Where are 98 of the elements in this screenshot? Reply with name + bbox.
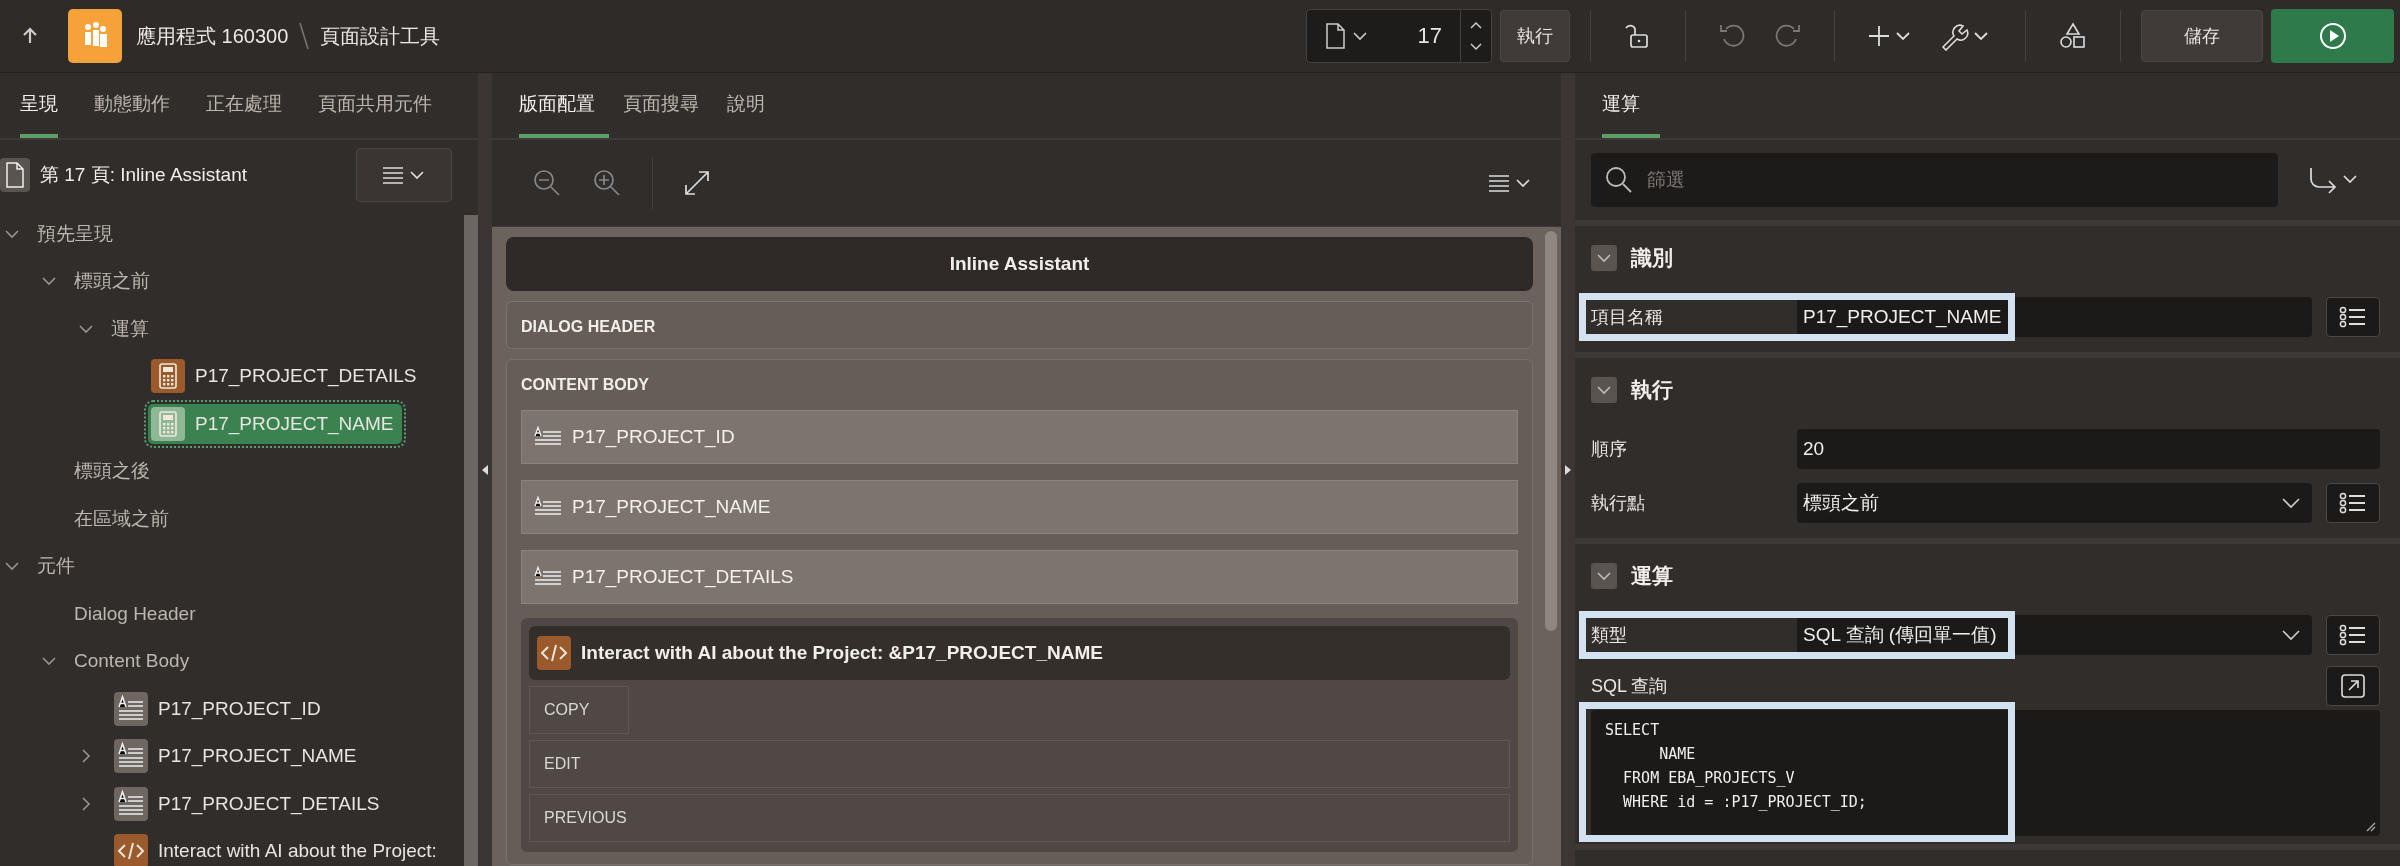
document-icon — [0, 158, 30, 192]
collapse-toggle[interactable] — [1591, 377, 1617, 403]
tree-node[interactable]: 標頭之後 — [74, 458, 150, 485]
dialog-title-bar[interactable]: Inline Assistant — [506, 237, 1533, 291]
button-slot[interactable]: COPY — [529, 686, 629, 734]
text-field-icon — [534, 426, 562, 448]
app-name-link[interactable]: 應用程式 160300 — [136, 22, 289, 50]
text-field[interactable]: P17_PROJECT_NAME — [1797, 297, 2312, 337]
pop-out-icon — [2340, 673, 2366, 699]
run-page-button[interactable]: 執行 — [1500, 10, 1570, 62]
shapes-icon[interactable] — [2058, 21, 2088, 51]
region-label: CONTENT BODY — [521, 375, 650, 394]
tab[interactable]: 頁面共用元件 — [318, 73, 432, 138]
collapse-right-icon[interactable] — [1564, 463, 1572, 476]
sub-region-title-bar[interactable]: Interact with AI about the Project: &P17_PROJECT_NAME — [529, 626, 1510, 680]
field-label: 順序 — [1591, 438, 1628, 461]
list-icon — [2339, 306, 2367, 328]
list-icon — [2339, 492, 2367, 514]
collapse-toggle[interactable] — [1591, 563, 1617, 589]
text-field-icon — [534, 496, 562, 518]
tree-node[interactable]: 預先呈現 — [37, 220, 113, 247]
zoom-out-icon[interactable] — [532, 168, 562, 198]
menu-icon[interactable] — [1487, 173, 1533, 193]
tree-node[interactable]: P17_PROJECT_NAME — [111, 736, 365, 777]
tree-node[interactable]: 運算 — [111, 315, 149, 342]
field-label: 項目名稱 — [1591, 306, 1664, 329]
slash-icon — [298, 21, 311, 51]
page-heading: 第 17 頁: Inline Assistant — [40, 163, 247, 187]
tab[interactable]: 頁面搜尋 — [609, 73, 713, 138]
select-field[interactable]: SQL 查詢 (傳回單一值) — [1797, 615, 2312, 655]
list-button[interactable] — [2326, 297, 2380, 337]
field-label: SQL 查詢 — [1591, 675, 1669, 698]
caret-icon — [2282, 497, 2300, 509]
page-selector[interactable]: 17 — [1306, 9, 1492, 63]
tree-node[interactable]: Interact with AI about the Project: — [111, 831, 445, 866]
text-field-icon — [114, 786, 148, 821]
sql-editor[interactable]: SELECT NAME FROM EBA_PROJECTS_V WHERE id = :P17_PROJECT_ID; — [1591, 710, 2380, 836]
run-button[interactable] — [2271, 9, 2394, 63]
play-icon — [2317, 21, 2348, 51]
select-field[interactable]: 標頭之前 — [1797, 483, 2312, 523]
section-title: 執行 — [1631, 377, 1673, 403]
tree-node[interactable]: P17_PROJECT_DETAILS — [148, 356, 425, 397]
search-icon — [1605, 166, 1633, 194]
text-field-icon — [114, 691, 148, 726]
calculator-icon — [151, 406, 185, 441]
save-button[interactable]: 儲存 — [2141, 10, 2263, 62]
tab[interactable]: 呈現 — [20, 73, 58, 138]
code-icon — [114, 834, 148, 866]
tree-node[interactable]: P17_PROJECT_ID — [111, 688, 329, 729]
tree-node[interactable]: 元件 — [37, 553, 75, 580]
tab[interactable]: 動態動作 — [94, 73, 170, 138]
collapse-left-icon[interactable] — [481, 463, 489, 476]
button-slot[interactable]: EDIT — [529, 740, 1510, 788]
page-item[interactable]: P17_PROJECT_ID — [521, 410, 1518, 464]
text-field-icon — [114, 739, 148, 774]
tab[interactable]: 說明 — [713, 73, 779, 138]
collapse-toggle[interactable] — [1591, 245, 1617, 271]
filter-field[interactable]: 篩選 — [1591, 153, 2278, 207]
scrollbar[interactable] — [1545, 231, 1557, 631]
tree-node[interactable]: Content Body — [74, 650, 190, 673]
region-label: DIALOG HEADER — [521, 317, 657, 336]
tab[interactable]: 運算 — [1602, 73, 1660, 138]
list-icon — [2339, 624, 2367, 646]
menu-icon — [381, 165, 427, 185]
code-icon — [537, 636, 571, 670]
region-panel[interactable]: DIALOG HEADER — [506, 301, 1533, 349]
page-title: 頁面設計工具 — [320, 23, 441, 49]
expand-icon[interactable] — [683, 169, 711, 197]
document-icon — [1325, 23, 1345, 49]
section-title: 識別 — [1631, 245, 1673, 271]
tree-node[interactable]: 在區域之前 — [74, 505, 169, 532]
page-item[interactable]: P17_PROJECT_NAME — [521, 480, 1518, 534]
expand-editor-button[interactable] — [2326, 666, 2380, 706]
page-number: 17 — [1416, 23, 1443, 49]
calculator-icon — [151, 359, 185, 394]
tree-node[interactable]: Dialog Header — [74, 602, 196, 625]
tree-node[interactable]: 標頭之前 — [74, 268, 150, 295]
text-field[interactable]: 20 — [1797, 429, 2380, 469]
scrollbar[interactable] — [464, 215, 478, 866]
resize-handle-icon[interactable] — [2364, 820, 2376, 832]
button-slot[interactable]: PREVIOUS — [529, 794, 1510, 842]
tab[interactable]: 正在處理 — [206, 73, 282, 138]
caret-icon — [1353, 31, 1367, 41]
list-button[interactable] — [2326, 483, 2380, 523]
list-button[interactable] — [2326, 615, 2380, 655]
field-label: 類型 — [1591, 624, 1628, 647]
tab[interactable]: 版面配置 — [519, 73, 609, 138]
page-item[interactable]: P17_PROJECT_DETAILS — [521, 550, 1518, 604]
menu-button[interactable] — [356, 148, 452, 202]
zoom-in-icon[interactable] — [592, 168, 622, 198]
go-to-icon[interactable] — [2308, 165, 2360, 195]
region-panel[interactable]: CONTENT BODY P17_PROJECT_ID P17_PROJECT_NAME P17_PROJECT_DETAILS Interact with AI about the Project: &P17_PROJECT_NAME COPY EDIT PREVIOUS — [506, 359, 1533, 865]
caret-icon — [2282, 629, 2300, 641]
sub-region-panel[interactable]: Interact with AI about the Project: &P17_PROJECT_NAME COPY EDIT PREVIOUS — [521, 618, 1518, 852]
text-field-icon — [534, 566, 562, 588]
field-label: 執行點 — [1591, 492, 1646, 515]
section-title: 運算 — [1631, 563, 1673, 589]
tree-node[interactable]: P17_PROJECT_DETAILS — [111, 783, 388, 824]
